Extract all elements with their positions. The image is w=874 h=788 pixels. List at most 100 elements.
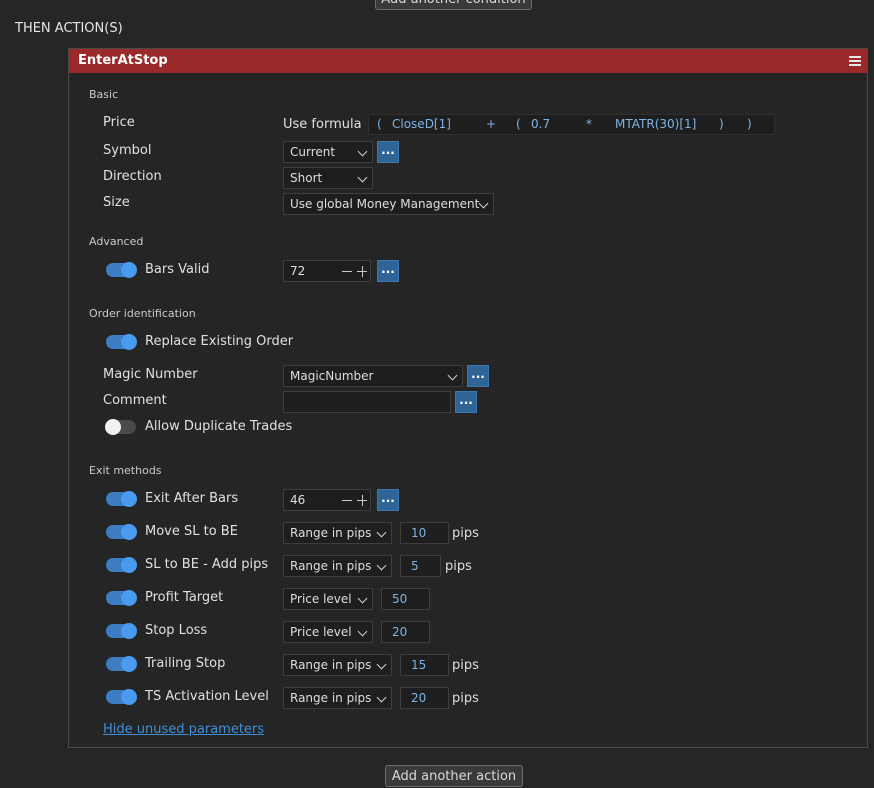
trailing-stop-select[interactable]: Range in pips bbox=[283, 654, 392, 676]
stop-loss-select[interactable]: Price level bbox=[283, 621, 373, 643]
add-another-action-button[interactable]: Add another action bbox=[385, 765, 523, 787]
bars-valid-value: 72 bbox=[290, 264, 306, 278]
hamburger-menu-icon[interactable] bbox=[849, 56, 861, 66]
exit-after-bars-stepper[interactable]: 46 bbox=[283, 489, 371, 511]
direction-label: Direction bbox=[103, 169, 162, 184]
magic-number-more-button[interactable]: ... bbox=[467, 365, 489, 387]
move-sl-be-input[interactable]: 10 bbox=[400, 522, 449, 544]
comment-label: Comment bbox=[103, 393, 167, 408]
allow-duplicate-toggle[interactable] bbox=[105, 419, 136, 435]
chevron-down-icon bbox=[447, 370, 458, 381]
formula-token: ) bbox=[719, 117, 724, 131]
sl-be-add-select[interactable]: Range in pips bbox=[283, 555, 392, 577]
stop-loss-input[interactable]: 20 bbox=[381, 621, 430, 643]
allow-duplicate-label: Allow Duplicate Trades bbox=[145, 419, 293, 434]
replace-existing-toggle[interactable] bbox=[106, 334, 137, 350]
profit-target-label: Profit Target bbox=[145, 590, 224, 605]
exit-after-bars-value: 46 bbox=[290, 493, 306, 507]
bars-valid-toggle[interactable] bbox=[106, 262, 137, 278]
bars-valid-stepper[interactable]: 72 bbox=[283, 260, 371, 282]
formula-token: ) bbox=[747, 117, 752, 131]
size-label: Size bbox=[103, 195, 130, 210]
sl-be-add-label: SL to BE - Add pips bbox=[145, 557, 269, 572]
profit-target-select[interactable]: Price level bbox=[283, 588, 373, 610]
formula-token: ( bbox=[516, 117, 521, 131]
ts-activation-input[interactable]: 20 bbox=[400, 687, 449, 709]
price-label: Price bbox=[103, 115, 135, 130]
comment-input[interactable] bbox=[283, 391, 451, 413]
minus-icon[interactable] bbox=[342, 500, 352, 501]
trailing-stop-label: Trailing Stop bbox=[145, 656, 226, 671]
profit-target-input[interactable]: 50 bbox=[381, 588, 430, 610]
comment-more-button[interactable]: ... bbox=[455, 391, 477, 413]
exit-methods-group-label: Exit methods bbox=[89, 464, 162, 477]
chevron-down-icon bbox=[376, 659, 387, 670]
magic-number-select[interactable]: MagicNumber bbox=[283, 365, 463, 387]
move-sl-be-mode: Range in pips bbox=[290, 526, 372, 540]
symbol-label: Symbol bbox=[103, 143, 152, 158]
move-sl-be-select[interactable]: Range in pips bbox=[283, 522, 392, 544]
ts-activation-mode: Range in pips bbox=[290, 691, 372, 705]
add-another-condition-button[interactable]: Add another condition bbox=[375, 0, 532, 10]
chevron-down-icon bbox=[478, 198, 489, 209]
hide-unused-parameters-link[interactable]: Hide unused parameters bbox=[103, 722, 264, 737]
bars-valid-label: Bars Valid bbox=[145, 262, 210, 277]
order-identification-group-label: Order identification bbox=[89, 307, 196, 320]
move-sl-be-label: Move SL to BE bbox=[145, 524, 238, 539]
trailing-stop-unit: pips bbox=[452, 658, 479, 673]
sl-be-add-unit: pips bbox=[445, 559, 472, 574]
chevron-down-icon bbox=[376, 527, 387, 538]
symbol-more-button[interactable]: ... bbox=[377, 141, 399, 163]
profit-target-mode: Price level bbox=[290, 592, 352, 606]
chevron-down-icon bbox=[357, 626, 368, 637]
ts-activation-select[interactable]: Range in pips bbox=[283, 687, 392, 709]
formula-token: + bbox=[486, 117, 497, 131]
chevron-down-icon bbox=[357, 593, 368, 604]
size-select[interactable]: Use global Money Management bbox=[283, 193, 494, 215]
ts-activation-label: TS Activation Level bbox=[145, 689, 269, 704]
profit-target-toggle[interactable] bbox=[106, 590, 137, 606]
minus-icon[interactable] bbox=[342, 271, 352, 272]
price-mode-label[interactable]: Use formula bbox=[283, 117, 362, 132]
move-sl-be-unit: pips bbox=[452, 526, 479, 541]
replace-existing-label: Replace Existing Order bbox=[145, 334, 294, 349]
formula-token: MTATR(30)[1] bbox=[615, 117, 697, 131]
magic-number-value: MagicNumber bbox=[290, 369, 374, 383]
trailing-stop-toggle[interactable] bbox=[106, 656, 137, 672]
stop-loss-label: Stop Loss bbox=[145, 623, 208, 638]
chevron-down-icon bbox=[357, 146, 368, 157]
direction-select[interactable]: Short bbox=[283, 167, 373, 189]
panel-title: EnterAtStop bbox=[78, 53, 168, 68]
panel-header: EnterAtStop bbox=[69, 49, 867, 73]
then-actions-heading: THEN ACTION(S) bbox=[15, 21, 123, 36]
symbol-value: Current bbox=[290, 145, 336, 159]
ts-activation-toggle[interactable] bbox=[106, 689, 137, 705]
sl-be-add-input[interactable]: 5 bbox=[400, 555, 441, 577]
stop-loss-mode: Price level bbox=[290, 625, 352, 639]
formula-token: CloseD[1] bbox=[392, 117, 451, 131]
chevron-down-icon bbox=[376, 560, 387, 571]
advanced-group-label: Advanced bbox=[89, 235, 144, 248]
exit-after-bars-more-button[interactable]: ... bbox=[377, 489, 399, 511]
symbol-select[interactable]: Current bbox=[283, 141, 373, 163]
exit-after-bars-label: Exit After Bars bbox=[145, 491, 239, 506]
trailing-stop-input[interactable]: 15 bbox=[400, 654, 449, 676]
basic-group-label: Basic bbox=[89, 88, 119, 101]
formula-token: 0.7 bbox=[531, 117, 551, 131]
formula-token: ( bbox=[377, 117, 382, 131]
chevron-down-icon bbox=[357, 172, 368, 183]
price-formula-field[interactable]: ( CloseD[1] + ( 0.7 * MTATR(30)[1] ) ) bbox=[368, 114, 775, 135]
stop-loss-toggle[interactable] bbox=[106, 623, 137, 639]
move-sl-be-toggle[interactable] bbox=[106, 524, 137, 540]
trailing-stop-mode: Range in pips bbox=[290, 658, 372, 672]
size-value: Use global Money Management bbox=[290, 197, 480, 211]
sl-be-add-toggle[interactable] bbox=[106, 557, 137, 573]
sl-be-add-mode: Range in pips bbox=[290, 559, 372, 573]
bars-valid-more-button[interactable]: ... bbox=[377, 260, 399, 282]
formula-token: * bbox=[586, 117, 592, 131]
magic-number-label: Magic Number bbox=[103, 367, 198, 382]
ts-activation-unit: pips bbox=[452, 691, 479, 706]
chevron-down-icon bbox=[376, 692, 387, 703]
direction-value: Short bbox=[290, 171, 323, 185]
exit-after-bars-toggle[interactable] bbox=[106, 491, 137, 507]
